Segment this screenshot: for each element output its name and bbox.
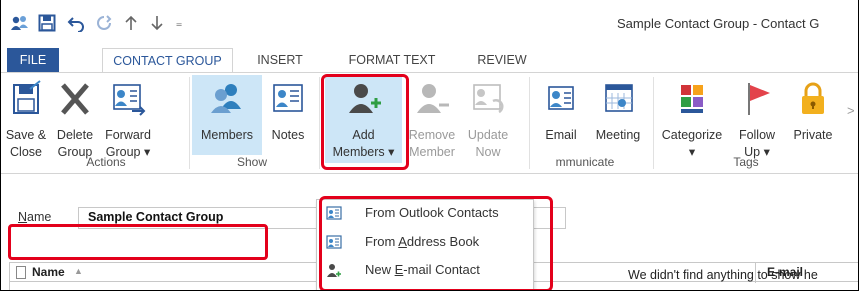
tab-file[interactable]: FILE xyxy=(7,48,59,72)
forward-group-icon xyxy=(108,79,148,119)
categorize-button[interactable]: Categorize ▾ xyxy=(656,75,728,159)
meeting-button[interactable]: Meeting xyxy=(588,75,648,155)
notes-icon xyxy=(268,79,308,119)
highlight-name-field xyxy=(8,224,268,260)
follow-up-button[interactable]: Follow Up ▾ xyxy=(731,75,783,159)
customize-qat-icon[interactable]: ₌ xyxy=(171,8,187,38)
members-button[interactable]: Members xyxy=(192,75,262,155)
tab-format-text[interactable]: FORMAT TEXT xyxy=(343,48,441,72)
undo-icon[interactable] xyxy=(65,8,87,38)
arrow-up-icon[interactable] xyxy=(121,8,141,38)
update-now-button[interactable]: Update Now xyxy=(460,75,516,159)
ribbon-separator xyxy=(529,77,530,169)
email-icon xyxy=(541,79,581,119)
forward-group-button[interactable]: Forward Group ▾ xyxy=(101,75,155,159)
group-tags-label: Tags xyxy=(733,155,759,169)
remove-member-icon xyxy=(412,79,452,119)
meeting-icon xyxy=(598,79,638,119)
table-border xyxy=(9,282,10,290)
title-bar: ₌ Sample Contact Group - Contact G xyxy=(1,0,858,48)
members-icon xyxy=(207,79,247,119)
sort-ascending-icon: ▲ xyxy=(74,266,83,276)
remove-member-button[interactable]: Remove Member xyxy=(405,75,459,159)
column-header-name[interactable]: Name xyxy=(32,265,65,279)
ribbon-tabs: FILE CONTACT GROUP INSERT FORMAT TEXT RE… xyxy=(1,48,858,73)
group-show-label: Show xyxy=(236,155,268,169)
email-button[interactable]: Email xyxy=(536,75,586,155)
ribbon-separator xyxy=(319,77,320,169)
categorize-icon xyxy=(672,79,712,119)
tab-contact-group[interactable]: CONTACT GROUP xyxy=(102,48,233,73)
tab-insert[interactable]: INSERT xyxy=(251,48,309,72)
ribbon: Save & Close Delete Group Forward Group ▾ A… xyxy=(1,72,858,174)
window-title: Sample Contact Group - Contact G xyxy=(617,16,820,31)
name-label: Name xyxy=(18,210,52,224)
contact-group-window: ₌ Sample Contact Group - Contact G FILE … xyxy=(0,0,859,291)
ribbon-separator xyxy=(653,77,654,169)
update-now-icon xyxy=(468,79,508,119)
delete-x-icon xyxy=(55,79,95,119)
group-communicate-label: mmunicate xyxy=(555,155,615,169)
save-close-icon xyxy=(6,79,46,119)
private-button[interactable]: Private xyxy=(787,75,839,155)
save-icon[interactable] xyxy=(35,8,59,38)
outlook-people-icon xyxy=(9,8,31,38)
arrow-down-icon[interactable] xyxy=(147,8,167,38)
save-close-button[interactable]: Save & Close xyxy=(3,75,49,159)
lock-icon xyxy=(793,79,833,119)
group-actions-label: Actions xyxy=(86,155,126,169)
tab-review[interactable]: REVIEW xyxy=(472,48,532,72)
document-icon xyxy=(16,266,26,279)
flag-icon xyxy=(737,79,777,119)
ribbon-separator xyxy=(189,77,190,169)
delete-group-button[interactable]: Delete Group xyxy=(51,75,99,159)
highlight-add-members xyxy=(321,74,409,170)
redo-icon[interactable] xyxy=(93,8,115,38)
empty-table-message: We didn't find anything to show he xyxy=(628,268,818,282)
highlight-add-members-menu xyxy=(319,196,553,290)
notes-button[interactable]: Notes xyxy=(263,75,313,155)
ribbon-overflow: > xyxy=(847,103,855,118)
